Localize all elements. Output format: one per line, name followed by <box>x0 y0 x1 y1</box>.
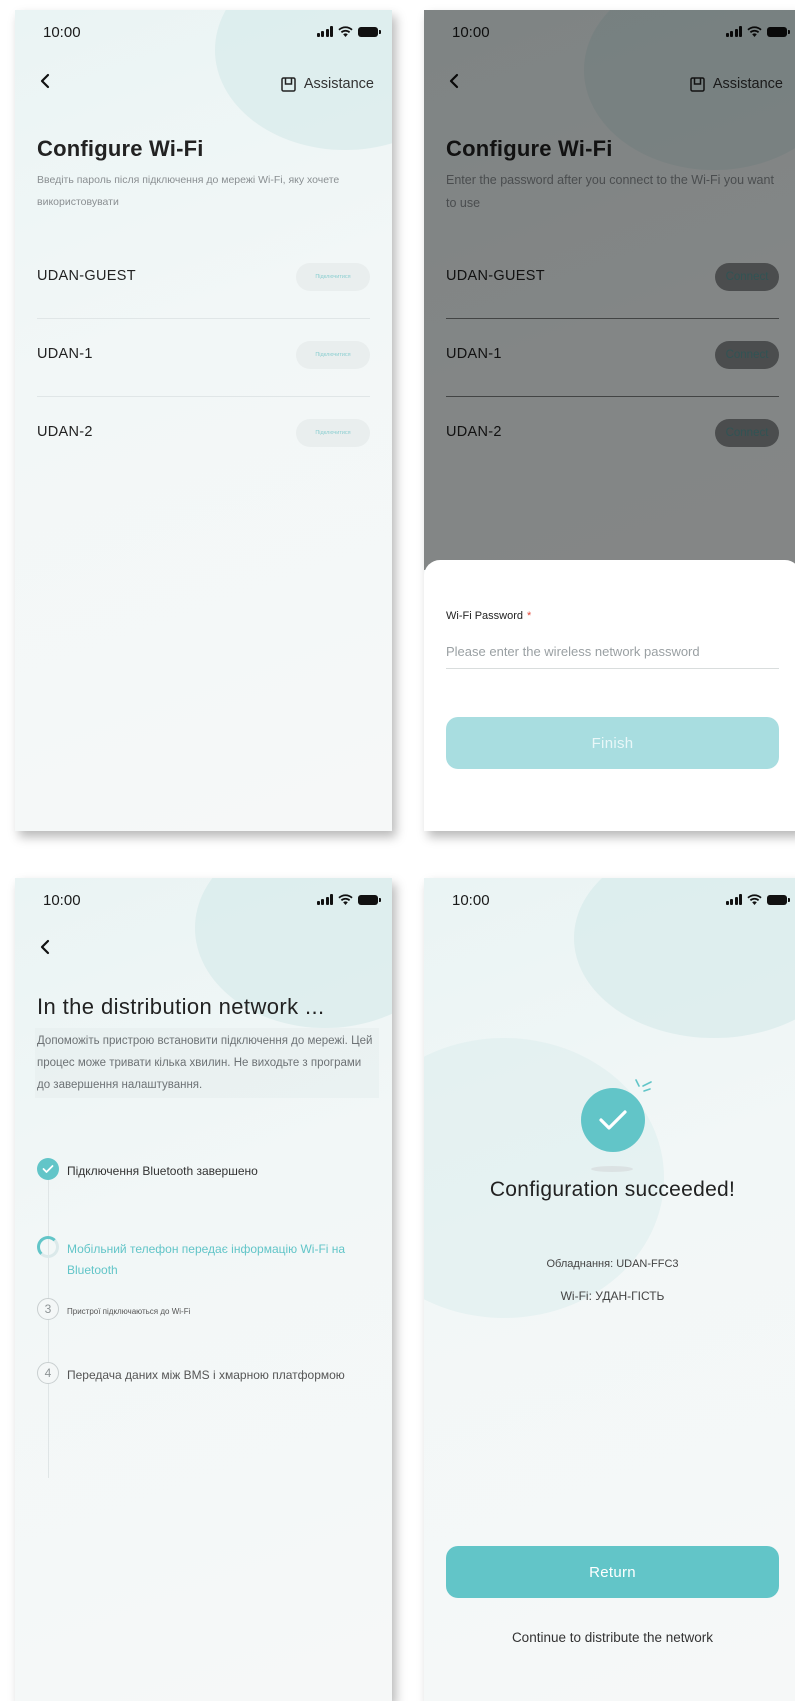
status-time: 10:00 <box>43 24 81 41</box>
network-name: UDAN-2 <box>37 424 93 440</box>
password-input[interactable] <box>446 634 779 669</box>
check-shadow <box>591 1166 633 1172</box>
success-title: Configuration succeeded! <box>489 1178 736 1201</box>
page-subtitle: Введіть пароль після підключення до мере… <box>37 174 340 208</box>
wifi-icon <box>747 894 762 905</box>
connect-button[interactable]: Підключитися <box>296 263 370 291</box>
return-button[interactable]: Return <box>446 1546 779 1598</box>
status-icons <box>725 894 790 905</box>
password-label-text: Wi-Fi Password <box>446 610 524 622</box>
required-mark: * <box>527 610 532 622</box>
screen-configure-wifi-uk: 10:00 Assistance Configure Wi-Fi Введіть… <box>15 10 392 831</box>
step-text: Підключення Bluetooth завершено <box>67 1164 258 1178</box>
network-row: UDAN-GUEST Підключитися <box>37 240 370 319</box>
page-subtitle: Допоможіть пристрою встановити підключен… <box>35 1028 379 1098</box>
status-bar: 10:00 <box>424 878 795 922</box>
step-text: Мобільний телефон передає інформацію Wi-… <box>67 1242 346 1277</box>
wifi-icon <box>338 26 353 37</box>
steps-connector-line <box>48 1178 49 1478</box>
status-time: 10:00 <box>452 892 490 909</box>
sparkle-icon <box>635 1079 652 1092</box>
password-label: Wi-Fi Password * <box>446 610 531 622</box>
battery-icon <box>358 894 381 905</box>
status-bar: 10:00 <box>15 10 392 54</box>
step-text: Передача даних між BMS і хмарною платфор… <box>67 1368 345 1382</box>
battery-icon <box>358 26 381 37</box>
assistance-button[interactable]: Assistance <box>281 76 374 92</box>
status-time: 10:00 <box>43 892 81 909</box>
step-text: Пристрої підключаються до Wi-Fi <box>67 1307 191 1316</box>
connect-button[interactable]: Підключитися <box>296 419 370 447</box>
battery-icon <box>767 894 790 905</box>
status-icons <box>316 26 381 37</box>
connect-button[interactable]: Підключитися <box>296 341 370 369</box>
finish-button[interactable]: Finish <box>446 717 779 769</box>
assistance-label: Assistance <box>303 76 374 92</box>
device-info: Обладнання: UDAN-FFC3 <box>546 1258 679 1270</box>
wifi-icon <box>338 894 353 905</box>
back-arrow-icon[interactable] <box>35 70 57 92</box>
signal-icon <box>316 26 333 37</box>
network-name: UDAN-1 <box>37 346 93 362</box>
screen-configure-wifi-password: 10:00 Assistance Configure Wi-Fi Enter t… <box>424 10 795 831</box>
screen-distribution-progress: 10:00 In the distribution network ... До… <box>15 878 392 1701</box>
signal-icon <box>725 894 742 905</box>
step-number: 4 <box>37 1362 59 1384</box>
loading-spinner-icon <box>37 1236 59 1258</box>
modal-backdrop[interactable] <box>424 10 795 570</box>
page-title: In the distribution network ... <box>37 994 325 1019</box>
network-row: UDAN-1 Підключитися <box>37 318 370 397</box>
assistance-icon <box>281 76 296 92</box>
back-arrow-icon[interactable] <box>35 936 57 958</box>
step-number: 3 <box>37 1298 59 1320</box>
page-title: Configure Wi-Fi <box>37 136 204 161</box>
network-row: UDAN-2 Підключитися <box>37 396 370 474</box>
screen-configuration-success: 10:00 Configuration succeeded! Обладнанн… <box>424 878 795 1701</box>
check-icon <box>37 1158 59 1180</box>
network-name: UDAN-GUEST <box>37 268 136 284</box>
password-sheet: Wi-Fi Password * Finish <box>424 560 795 831</box>
status-icons <box>316 894 381 905</box>
wifi-info: Wi-Fi: УДАН-ГІСТЬ <box>560 1289 665 1303</box>
status-bar: 10:00 <box>15 878 392 922</box>
signal-icon <box>316 894 333 905</box>
continue-distribute-link[interactable]: Continue to distribute the network <box>424 1630 795 1645</box>
